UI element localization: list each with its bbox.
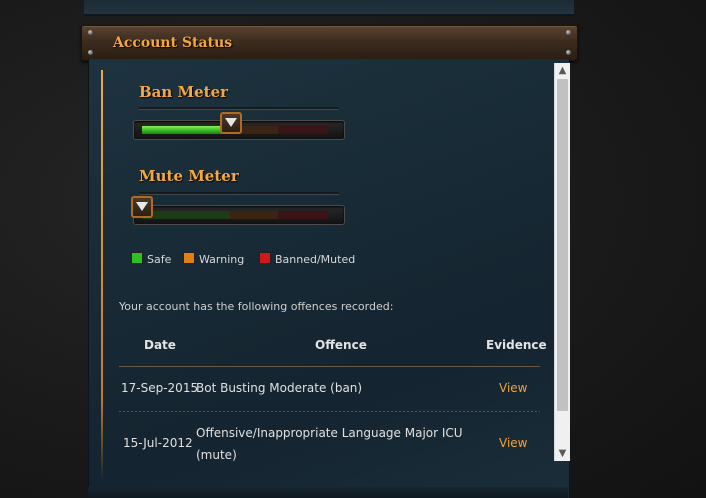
vertical-scrollbar[interactable]: ▲ ▼ — [554, 63, 570, 461]
offence-description: Offensive/Inappropriate Language Major I… — [196, 426, 463, 440]
rivet-icon — [566, 30, 571, 35]
legend-warning: Warning — [183, 252, 244, 266]
rivet-icon — [88, 30, 93, 35]
mute-meter-track — [133, 205, 345, 225]
warning-zone — [230, 211, 278, 219]
muted-zone — [278, 211, 328, 219]
bottom-frame-strip — [88, 487, 568, 498]
panel-title: Account Status — [113, 35, 233, 51]
view-evidence-link[interactable]: View — [499, 436, 527, 450]
safe-zone — [142, 211, 230, 219]
account-status-panel: Ban Meter Mute Meter Safe Warning Banned… — [88, 59, 570, 498]
view-evidence-link[interactable]: View — [499, 381, 527, 395]
banned-zone — [278, 126, 328, 134]
rivet-icon — [88, 50, 93, 55]
decorative-rule — [101, 70, 103, 481]
banned-swatch-icon — [259, 252, 271, 264]
offence-description: Bot Busting Moderate (ban) — [196, 381, 363, 395]
row-divider — [119, 411, 540, 412]
scroll-thumb[interactable] — [557, 79, 568, 411]
ban-meter-title: Ban Meter — [139, 83, 229, 101]
table-header-rule — [119, 366, 540, 367]
column-header-evidence: Evidence — [486, 338, 547, 352]
offence-description-continued: (mute) — [196, 448, 237, 462]
legend-banned-muted: Banned/Muted — [259, 252, 355, 266]
offences-intro: Your account has the following offences … — [119, 300, 394, 313]
legend-safe: Safe — [131, 252, 171, 266]
offence-date: 15-Jul-2012 — [123, 436, 193, 450]
column-header-offence: Offence — [315, 338, 367, 352]
mute-meter-title: Mute Meter — [139, 167, 239, 185]
offence-date: 17-Sep-2015 — [121, 381, 199, 395]
ban-meter-fill — [142, 126, 231, 134]
mute-meter-underline — [139, 192, 339, 195]
rivet-icon — [566, 50, 571, 55]
ban-meter-marker-icon — [220, 112, 242, 134]
safe-swatch-icon — [131, 252, 143, 264]
mute-meter-marker-icon — [131, 196, 153, 218]
column-header-date: Date — [144, 338, 176, 352]
scroll-down-icon[interactable]: ▼ — [555, 446, 570, 461]
warning-swatch-icon — [183, 252, 195, 264]
panel-header: Account Status — [81, 25, 578, 61]
top-frame-strip — [84, 0, 574, 16]
scroll-up-icon[interactable]: ▲ — [555, 63, 570, 78]
ban-meter-underline — [139, 107, 339, 110]
